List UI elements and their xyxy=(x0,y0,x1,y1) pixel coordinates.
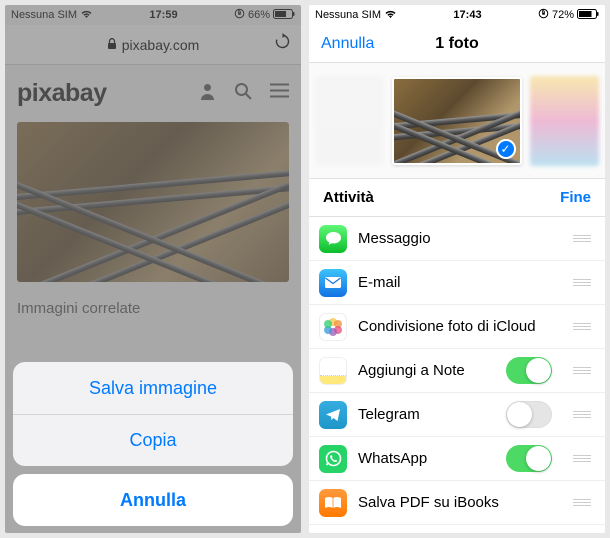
checkmark-icon: ✓ xyxy=(496,139,516,159)
photo-preview-row[interactable]: ✓ xyxy=(309,63,605,179)
activity-label: E-mail xyxy=(358,274,562,291)
reorder-handle-icon[interactable] xyxy=(573,235,591,242)
activity-label: Telegram xyxy=(358,406,495,423)
action-save-image[interactable]: Salva immagine xyxy=(13,362,293,414)
reorder-handle-icon[interactable] xyxy=(573,499,591,506)
activity-row-notes[interactable]: Aggiungi a Note xyxy=(309,349,605,393)
activity-label: Aggiungi a Note xyxy=(358,362,495,379)
preview-thumb-selected[interactable]: ✓ xyxy=(392,77,521,165)
activity-row-telegram[interactable]: Telegram xyxy=(309,393,605,437)
activities-list: Messaggio E-mail Condivisione foto di iClo… xyxy=(309,217,605,525)
cancel-button[interactable]: Annulla xyxy=(321,35,374,53)
battery-pct: 72% xyxy=(552,9,574,21)
orientation-lock-icon xyxy=(538,8,549,22)
reorder-handle-icon[interactable] xyxy=(573,411,591,418)
notes-app-icon xyxy=(319,357,347,385)
reorder-handle-icon[interactable] xyxy=(573,455,591,462)
reorder-handle-icon[interactable] xyxy=(573,323,591,330)
action-sheet: Salva immagine Copia Annulla xyxy=(13,362,293,526)
activity-toggle[interactable] xyxy=(506,357,552,384)
activity-label: Condivisione foto di iCloud xyxy=(358,318,562,335)
activity-row-ibooks[interactable]: Salva PDF su iBooks xyxy=(309,481,605,525)
carrier-text: Nessuna SIM xyxy=(315,9,381,21)
nav-title: 1 foto xyxy=(435,35,479,53)
activity-row-whatsapp[interactable]: WhatsApp xyxy=(309,437,605,481)
whatsapp-app-icon xyxy=(319,445,347,473)
activity-row-mail[interactable]: E-mail xyxy=(309,261,605,305)
mail-app-icon xyxy=(319,269,347,297)
clock: 17:43 xyxy=(453,9,481,21)
message-app-icon xyxy=(319,225,347,253)
activity-label: WhatsApp xyxy=(358,450,495,467)
battery-icon xyxy=(577,9,599,22)
section-title: Attività xyxy=(323,189,374,206)
activity-toggle[interactable] xyxy=(506,401,552,428)
activity-row-photos[interactable]: Condivisione foto di iCloud xyxy=(309,305,605,349)
activity-label: Messaggio xyxy=(358,230,562,247)
activity-label: Salva PDF su iBooks xyxy=(358,494,562,511)
preview-thumb-prev[interactable] xyxy=(315,76,384,166)
screenshot-share-activities: Nessuna SIM 17:43 72% Annulla 1 foto ✓ xyxy=(309,5,605,533)
activity-toggle[interactable] xyxy=(506,445,552,472)
reorder-handle-icon[interactable] xyxy=(573,279,591,286)
photos-app-icon xyxy=(319,313,347,341)
screenshot-safari-actionsheet: Nessuna SIM 17:59 66% pixabay.com xyxy=(5,5,301,533)
done-button[interactable]: Fine xyxy=(560,189,591,206)
action-cancel[interactable]: Annulla xyxy=(13,474,293,526)
status-bar: Nessuna SIM 17:43 72% xyxy=(309,5,605,25)
preview-thumb-next[interactable] xyxy=(530,76,599,166)
share-nav-bar: Annulla 1 foto xyxy=(309,25,605,63)
activity-row-message[interactable]: Messaggio xyxy=(309,217,605,261)
reorder-handle-icon[interactable] xyxy=(573,367,591,374)
activities-header: Attività Fine xyxy=(309,179,605,217)
ibooks-app-icon xyxy=(319,489,347,517)
wifi-icon xyxy=(384,9,397,22)
telegram-app-icon xyxy=(319,401,347,429)
action-copy[interactable]: Copia xyxy=(13,414,293,466)
